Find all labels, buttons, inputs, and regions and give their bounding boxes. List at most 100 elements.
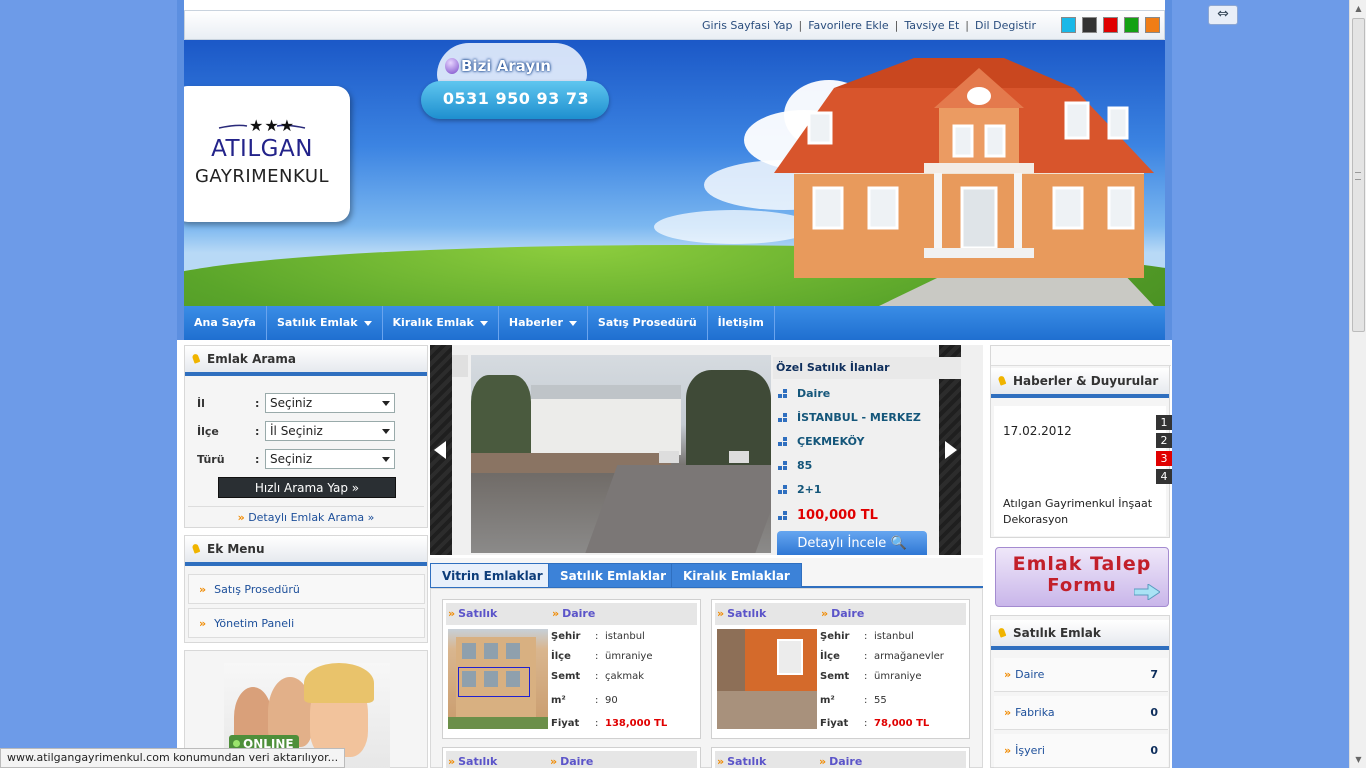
featured-type: Daire — [778, 387, 830, 400]
site-logo[interactable]: ★★★ ATILGAN GAYRIMENKUL — [184, 86, 350, 222]
news-page-1[interactable]: 1 — [1156, 415, 1172, 430]
double-chevron-icon: » — [1004, 706, 1012, 719]
nav-item-sales-procedure[interactable]: Satış Prosedürü — [588, 306, 708, 340]
link-add-favorites[interactable]: Favorilere Ekle — [808, 19, 888, 32]
listing-field: Semt: ümraniye — [820, 671, 922, 682]
turu-select[interactable]: Seçiniz — [265, 449, 395, 469]
listing-field: Fiyat:78,000 TL — [820, 718, 930, 729]
theme-swatch-dark[interactable] — [1082, 17, 1097, 33]
nav-item-contact[interactable]: İletişim — [708, 306, 775, 340]
news-page-4[interactable]: 4 — [1156, 469, 1172, 484]
nav-item-news[interactable]: Haberler — [499, 306, 588, 340]
double-chevron-icon: » — [448, 607, 456, 620]
listing-status: Satılık — [727, 607, 767, 620]
bullet-icon — [778, 413, 787, 422]
double-chevron-icon: » — [199, 583, 207, 596]
chevron-down-icon — [382, 401, 390, 406]
header-banner: ★★★ ATILGAN GAYRIMENKUL Bizi Arayın 0531… — [184, 40, 1165, 306]
featured-slider: Özel Satılık İlanlar Daire İSTANBUL - ME… — [430, 345, 983, 555]
listing-field: İlçe: ümraniye — [551, 651, 653, 662]
tab-showcase[interactable]: Vitrin Emlaklar — [430, 563, 555, 588]
nav-item-for-rent[interactable]: Kiralık Emlak — [383, 306, 499, 340]
link-recommend[interactable]: Tavsiye Et — [904, 19, 959, 32]
tab-for-sale[interactable]: Satılık Emlaklar — [548, 563, 678, 588]
colon: : — [255, 453, 260, 466]
double-chevron-icon: » — [1004, 744, 1012, 757]
double-chevron-icon: » — [448, 755, 456, 768]
left-rail — [177, 0, 184, 340]
theme-swatch-orange[interactable] — [1145, 17, 1160, 33]
collapse-toggle-icon[interactable]: ⇔ — [1208, 5, 1238, 25]
field-label-turu: Türü — [197, 453, 225, 466]
chevron-down-icon — [568, 320, 577, 326]
logo-subtitle: GAYRIMENKUL — [194, 165, 330, 187]
page-container: Giris Sayfasi Yap | Favorilere Ekle | Tavsiy… — [177, 0, 1172, 768]
featured-heading: Özel Satılık İlanlar — [773, 357, 961, 379]
pointer-icon — [997, 375, 1009, 387]
nav-item-home[interactable]: Ana Sayfa — [184, 306, 267, 340]
news-page-3[interactable]: 3 — [1156, 451, 1172, 466]
listing-type: Daire — [560, 755, 594, 768]
featured-city: İSTANBUL - MERKEZ — [778, 411, 921, 424]
scroll-grip-icon — [1355, 172, 1361, 180]
chevron-down-icon — [479, 320, 488, 326]
category-row-fabrika[interactable]: » Fabrika 0 — [994, 696, 1168, 730]
scroll-down-arrow-icon[interactable]: ▼ — [1350, 751, 1366, 768]
il-select[interactable]: Seçiniz — [265, 393, 395, 413]
listing-field: İlçe: armağanevler — [820, 651, 944, 662]
scroll-up-arrow-icon[interactable]: ▲ — [1350, 0, 1366, 17]
theme-swatch-red[interactable] — [1103, 17, 1118, 33]
listing-photo[interactable] — [448, 629, 548, 729]
link-home-page[interactable]: Giris Sayfasi Yap — [702, 19, 792, 32]
tab-for-rent[interactable]: Kiralık Emlaklar — [671, 563, 802, 588]
listing-field: Şehir: istanbul — [551, 631, 645, 642]
menu-item-admin-panel[interactable]: » Yönetim Paneli — [188, 608, 425, 638]
listing-card[interactable]: » Satılık» Daire — [711, 747, 970, 768]
news-text[interactable]: Atılgan Gayrimenkul İnşaat Dekorasyon — [1003, 496, 1153, 528]
for-sale-header: Satılık Emlak — [991, 620, 1169, 650]
pointer-icon — [191, 353, 203, 365]
arrow-left-icon — [434, 441, 446, 459]
menu-item-sales-procedure[interactable]: » Satış Prosedürü — [188, 574, 425, 604]
extra-menu-panel: Ek Menu » Satış Prosedürü » Yönetim Paneli — [184, 535, 428, 643]
listing-field: Fiyat:138,000 TL — [551, 718, 668, 729]
featured-photo[interactable] — [471, 355, 771, 553]
listing-grid: » Satılık» Daire Şehir: istanbul İlçe: ümran… — [430, 588, 983, 768]
theme-swatch-cyan[interactable] — [1061, 17, 1076, 33]
detail-view-button[interactable]: Detaylı İncele 🔍 — [777, 531, 927, 555]
double-chevron-icon: » — [237, 511, 245, 524]
search-panel: Emlak Arama İl : Seçiniz İlçe : İl Seçin… — [184, 345, 428, 528]
listing-card[interactable]: » Satılık» Daire — [442, 747, 701, 768]
request-form-banner[interactable]: Emlak Talep Formu — [995, 547, 1169, 607]
listing-field: Şehir: istanbul — [820, 631, 914, 642]
featured-district: ÇEKMEKÖY — [778, 435, 865, 448]
ilce-select[interactable]: İl Seçiniz — [265, 421, 395, 441]
quick-search-button[interactable]: Hızlı Arama Yap » — [218, 477, 396, 498]
svg-text:★★★: ★★★ — [249, 116, 295, 134]
news-date: 17.02.2012 — [1003, 424, 1072, 438]
link-change-language[interactable]: Dil Degistir — [975, 19, 1036, 32]
category-row-daire[interactable]: » Daire 7 — [994, 658, 1168, 692]
window-scrollbar[interactable]: ▲ ▼ — [1349, 0, 1366, 768]
category-row-isyeri[interactable]: » İşyeri 0 — [994, 734, 1168, 768]
nav-item-for-sale[interactable]: Satılık Emlak — [267, 306, 383, 340]
for-sale-categories-panel: Satılık Emlak » Daire 7 » Fabrika 0 » İşyeri 0 — [990, 615, 1170, 768]
theme-swatch-green[interactable] — [1124, 17, 1139, 33]
featured-rooms: 2+1 — [778, 483, 822, 496]
phone-icon — [445, 58, 459, 74]
listing-card[interactable]: » Satılık» Daire Şehir: istanbul İlçe: armağ… — [711, 599, 970, 739]
right-rail — [1165, 0, 1172, 340]
listing-card[interactable]: » Satılık» Daire Şehir: istanbul İlçe: ümran… — [442, 599, 701, 739]
listing-photo[interactable] — [717, 629, 817, 729]
call-us-box: Bizi Arayın 0531 950 93 73 — [417, 43, 615, 129]
house-illustration — [774, 58, 1154, 306]
logo-name: ATILGAN — [211, 135, 313, 162]
detailed-search-link[interactable]: » Detaylı Emlak Arama » — [185, 511, 427, 524]
listing-status: Satılık — [458, 607, 498, 620]
listing-type: Daire — [829, 755, 863, 768]
slider-prev[interactable] — [430, 345, 452, 555]
double-chevron-icon: » — [717, 755, 725, 768]
news-page-2[interactable]: 2 — [1156, 433, 1172, 448]
news-panel: Haberler & Duyurular 17.02.2012 Atılgan … — [990, 345, 1172, 538]
search-panel-header: Emlak Arama — [185, 346, 427, 376]
